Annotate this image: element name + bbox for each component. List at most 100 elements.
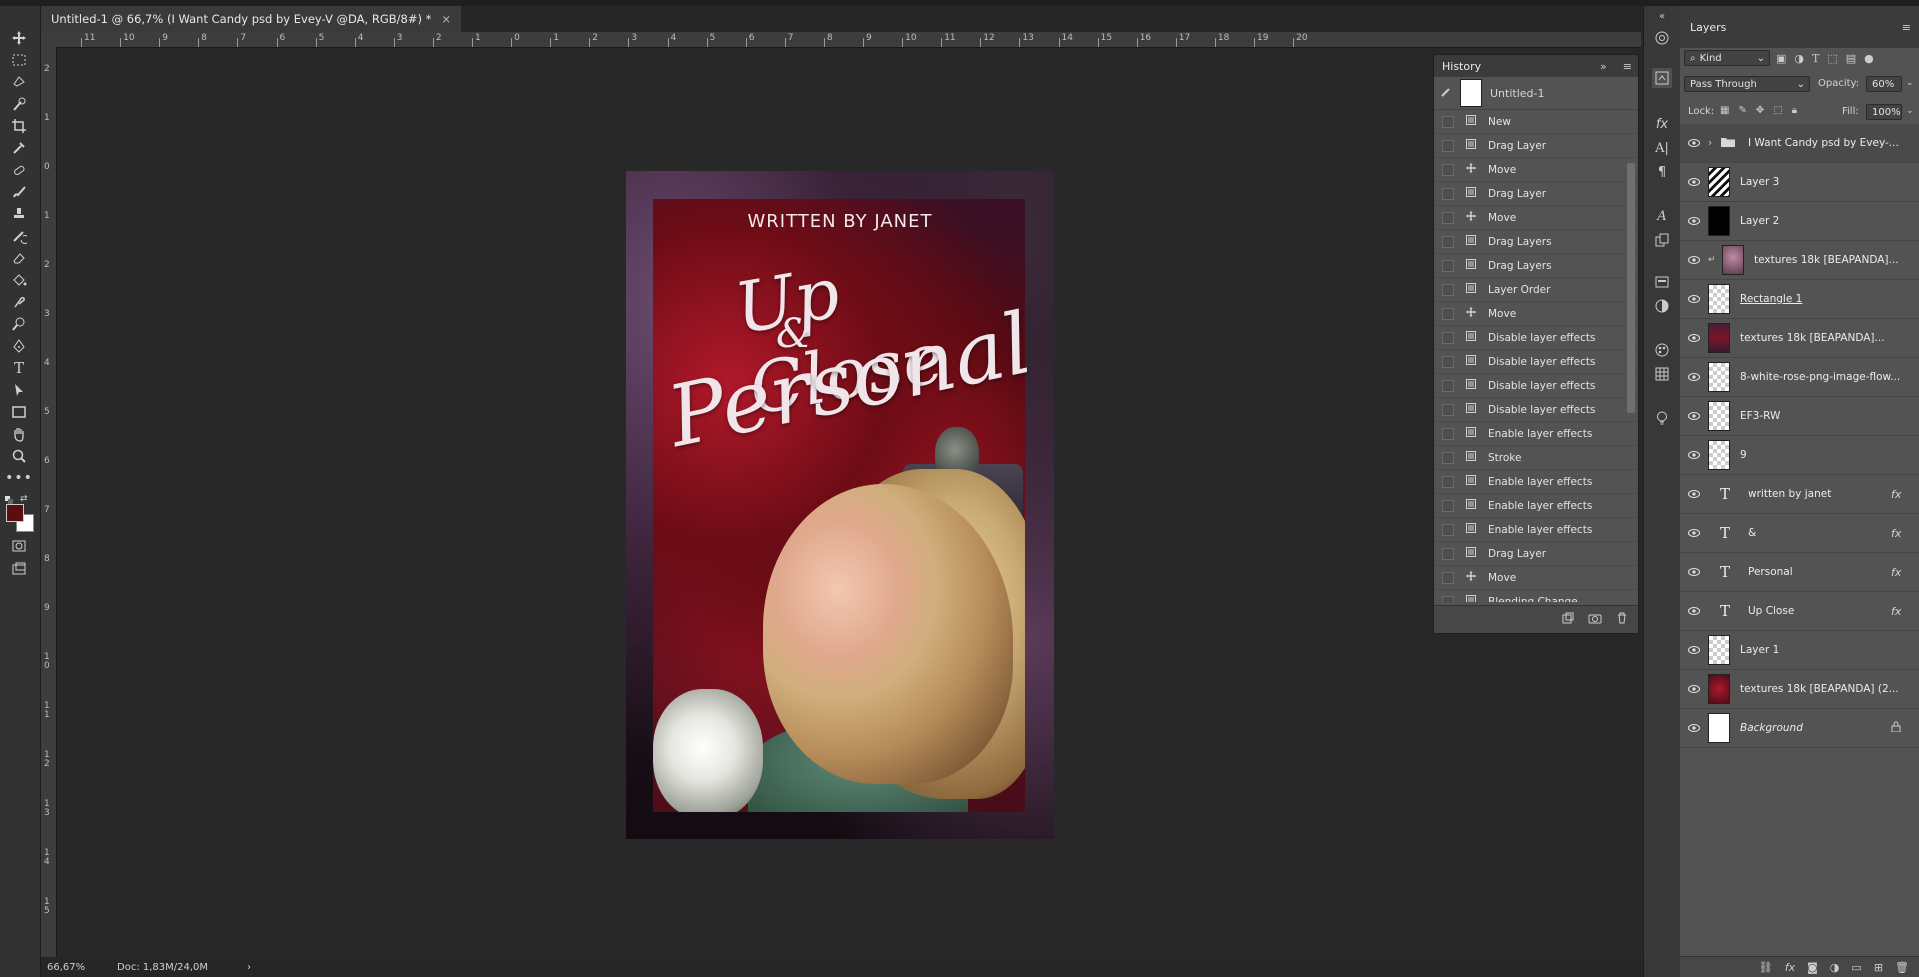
trash-icon[interactable] (1616, 612, 1628, 627)
history-item[interactable]: Drag Layer (1434, 182, 1638, 206)
path-select-tool-icon[interactable] (8, 380, 30, 400)
history-checkbox[interactable] (1442, 163, 1454, 176)
type-tool-icon[interactable]: T (8, 358, 30, 378)
filter-smart-object-icon[interactable]: ▤ (1846, 52, 1856, 65)
history-checkbox[interactable] (1442, 331, 1454, 344)
camera-icon[interactable] (1588, 612, 1602, 627)
visibility-eye-icon[interactable] (1680, 371, 1708, 384)
add-layer-style-icon[interactable]: fx (1785, 961, 1795, 974)
layer-name[interactable]: textures 18k [BEAPANDA]... (1740, 332, 1919, 344)
marquee-tool-icon[interactable] (8, 50, 30, 70)
tab-history[interactable]: History (1442, 60, 1481, 73)
history-checkbox[interactable] (1442, 403, 1454, 416)
history-item[interactable]: Disable layer effects (1434, 374, 1638, 398)
history-item[interactable]: Disable layer effects (1434, 398, 1638, 422)
visibility-eye-icon[interactable] (1680, 566, 1708, 579)
history-item[interactable]: Layer Order (1434, 278, 1638, 302)
history-checkbox[interactable] (1442, 187, 1454, 200)
more-tools-icon[interactable]: ••• (5, 468, 32, 488)
history-item[interactable]: New (1434, 110, 1638, 134)
collapse-panel-icon[interactable]: » (1600, 60, 1607, 73)
lasso-tool-icon[interactable] (8, 72, 30, 92)
history-checkbox[interactable] (1442, 355, 1454, 368)
document-tab[interactable]: Untitled-1 @ 66,7% (I Want Candy psd by … (41, 6, 461, 32)
panel-menu-icon[interactable]: ≡ (1623, 60, 1632, 73)
history-item[interactable]: Move (1434, 158, 1638, 182)
layer-row[interactable]: ↵ textures 18k [BEAPANDA]... (1680, 241, 1919, 280)
dock-collapse-icon[interactable]: « (1652, 6, 1672, 26)
history-panel-icon[interactable] (1652, 68, 1672, 88)
layer-row[interactable]: 8-white-rose-png-image-flow... (1680, 358, 1919, 397)
close-icon[interactable]: × (441, 12, 451, 26)
link-layers-icon[interactable]: ⛓︎ (1759, 961, 1773, 974)
adjustments-panel-icon[interactable] (1652, 296, 1672, 316)
history-checkbox[interactable] (1442, 211, 1454, 224)
chevron-down-icon[interactable]: ⌄ (1906, 78, 1914, 88)
history-checkbox[interactable] (1442, 475, 1454, 488)
crop-tool-icon[interactable] (8, 116, 30, 136)
layer-name[interactable]: Personal (1748, 566, 1891, 578)
learn-panel-icon[interactable] (1652, 408, 1672, 428)
layer-row[interactable]: EF3-RW (1680, 397, 1919, 436)
visibility-eye-icon[interactable] (1680, 215, 1708, 228)
layer-row[interactable]: T Personal fx (1680, 553, 1919, 592)
layer-row[interactable]: 9 (1680, 436, 1919, 475)
zoom-level[interactable]: 66,67% (47, 962, 107, 973)
paragraph-styles-icon[interactable] (1652, 230, 1672, 250)
layer-row[interactable]: T Up Close fx (1680, 592, 1919, 631)
history-item[interactable]: Enable layer effects (1434, 518, 1638, 542)
history-item[interactable]: Stroke (1434, 446, 1638, 470)
expand-chevron-icon[interactable]: › (1708, 137, 1720, 149)
layer-row[interactable]: textures 18k [BEAPANDA]... (1680, 319, 1919, 358)
brush-tool-icon[interactable] (8, 182, 30, 202)
glyphs-panel-icon[interactable]: A (1652, 206, 1672, 226)
default-colors-icon[interactable]: ⇄ (20, 494, 30, 504)
history-checkbox[interactable] (1442, 259, 1454, 272)
eraser-tool-icon[interactable] (8, 248, 30, 268)
styles-fx-icon[interactable]: fx (1652, 114, 1672, 134)
document-canvas[interactable]: WRITTEN BY JANET Up Close & Personal (626, 171, 1054, 839)
visibility-eye-icon[interactable] (1680, 644, 1708, 657)
history-checkbox[interactable] (1442, 379, 1454, 392)
new-adjustment-icon[interactable]: ◑ (1830, 961, 1840, 974)
layer-name[interactable]: Layer 3 (1740, 176, 1919, 188)
trash-icon[interactable]: 🗑︎ (1895, 961, 1909, 974)
new-layer-icon[interactable]: ⊞ (1874, 961, 1883, 974)
dodge-tool-icon[interactable] (8, 314, 30, 334)
visibility-eye-icon[interactable] (1680, 683, 1708, 696)
layer-name[interactable]: EF3-RW (1740, 410, 1919, 422)
layer-name[interactable]: & (1748, 527, 1891, 539)
history-checkbox[interactable] (1442, 115, 1454, 128)
history-checkbox[interactable] (1442, 451, 1454, 464)
history-checkbox[interactable] (1442, 427, 1454, 440)
lock-pixels-icon[interactable]: ✎ (1738, 105, 1746, 116)
move-tool-icon[interactable] (8, 28, 30, 48)
visibility-eye-icon[interactable] (1680, 293, 1708, 306)
layer-name[interactable]: written by janet (1748, 488, 1891, 500)
history-checkbox[interactable] (1442, 235, 1454, 248)
quick-select-tool-icon[interactable] (8, 94, 30, 114)
panel-menu-icon[interactable]: ≡ (1902, 21, 1911, 34)
blend-mode-select[interactable]: Pass Through ⌄ (1684, 76, 1810, 92)
layer-effects-fx-icon[interactable]: fx (1891, 566, 1919, 579)
layer-name[interactable]: 8-white-rose-png-image-flow... (1740, 371, 1919, 383)
history-item[interactable]: Move (1434, 302, 1638, 326)
visibility-eye-icon[interactable] (1680, 605, 1708, 618)
layer-name[interactable]: I Want Candy psd by Evey-... (1748, 137, 1919, 149)
paint-bucket-tool-icon[interactable] (8, 270, 30, 290)
swap-colors-icon[interactable] (5, 494, 13, 504)
add-mask-icon[interactable]: ◙ (1807, 961, 1818, 974)
history-item[interactable]: Enable layer effects (1434, 494, 1638, 518)
layer-effects-fx-icon[interactable]: fx (1891, 605, 1919, 618)
zoom-tool-icon[interactable] (8, 446, 30, 466)
history-item[interactable]: Disable layer effects (1434, 326, 1638, 350)
layer-row[interactable]: Layer 3 (1680, 163, 1919, 202)
layer-effects-fx-icon[interactable]: fx (1891, 527, 1919, 540)
visibility-eye-icon[interactable] (1680, 137, 1708, 150)
history-scrollbar[interactable] (1627, 163, 1635, 413)
layer-row[interactable]: › I Want Candy psd by Evey-... (1680, 124, 1919, 163)
swatches-panel-icon[interactable] (1652, 364, 1672, 384)
layer-name[interactable]: 9 (1740, 449, 1919, 461)
visibility-eye-icon[interactable] (1680, 410, 1708, 423)
status-menu-arrow[interactable]: › (247, 962, 251, 973)
